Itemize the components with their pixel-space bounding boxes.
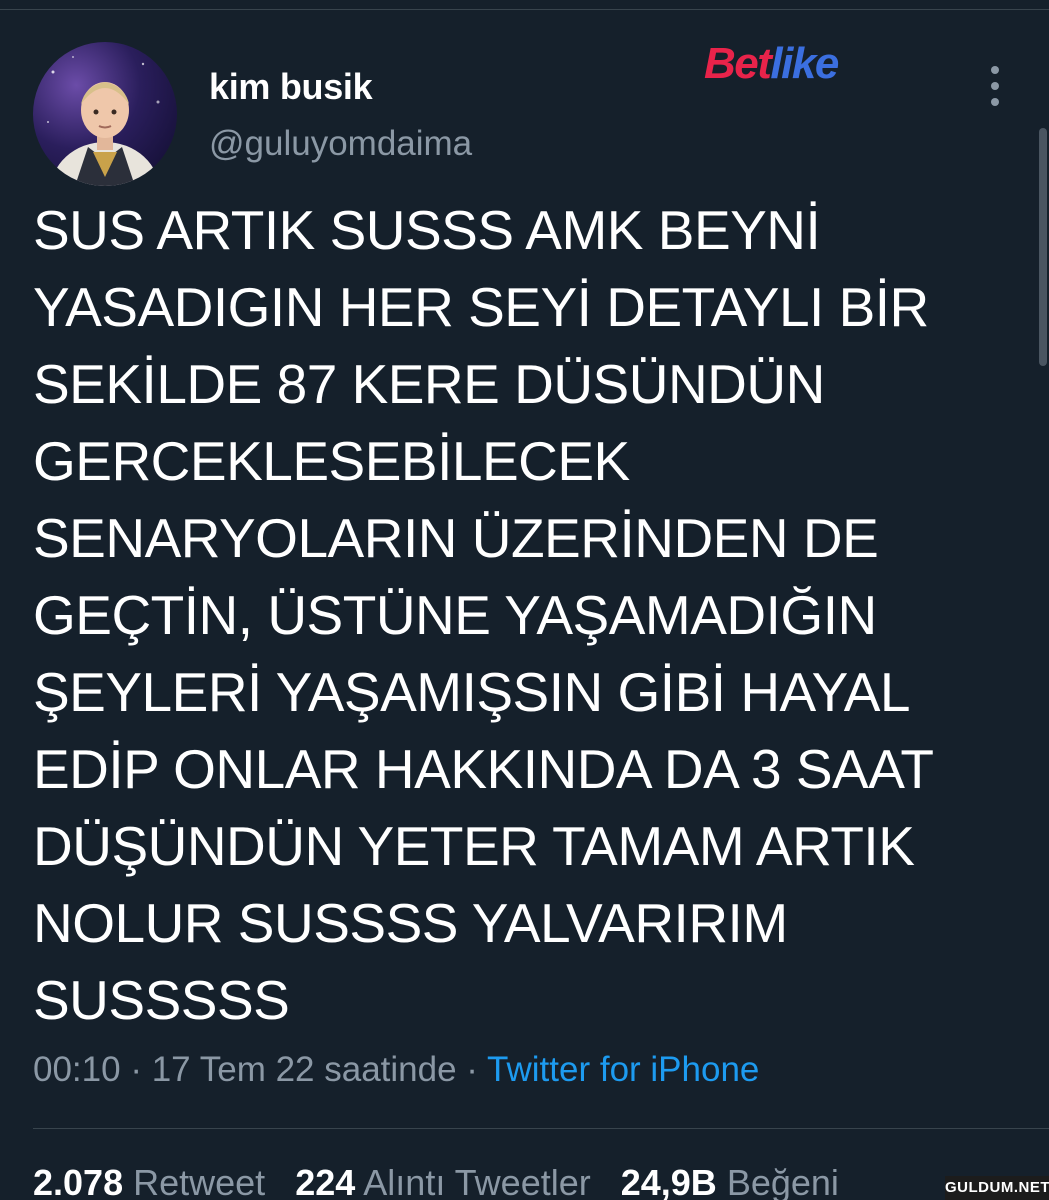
retweets-count: 2.078 (33, 1162, 124, 1200)
meta-separator: · (120, 1050, 152, 1089)
more-vertical-icon[interactable] (982, 66, 1008, 106)
quotes-stat[interactable]: 224 Alıntı Tweetler (295, 1162, 591, 1200)
tweet-meta: 00:10 · 17 Tem 22 saatinde · Twitter for… (33, 1050, 759, 1090)
top-divider (0, 9, 1049, 10)
tweet-text: SUS ARTIK SUSSS AMK BEYNİ YASADIGIN HER … (33, 192, 1023, 1039)
tweet-line: GEÇTİN, ÜSTÜNE YAŞAMADIĞIN (33, 584, 877, 646)
tweet-time[interactable]: 00:10 (33, 1050, 121, 1089)
display-name[interactable]: kim busik (209, 66, 373, 108)
watermark: GULDUM.NET (945, 1176, 1049, 1200)
tweet-line: SUSSSSS (33, 969, 290, 1031)
meta-separator: · (456, 1050, 488, 1089)
more-dot (991, 66, 999, 74)
more-dot (991, 82, 999, 90)
tweet-line: ŞEYLERİ YAŞAMIŞSIN GİBİ HAYAL (33, 661, 911, 723)
tweet-line: YASADIGIN HER SEYİ DETAYLI BİR (33, 276, 929, 338)
retweets-label: Retweet (133, 1162, 266, 1200)
retweets-stat[interactable]: 2.078 Retweet (33, 1162, 265, 1200)
brand-logo-part1: Bet (704, 39, 772, 88)
tweet-line: GERCEKLESEBİLECEK (33, 430, 630, 492)
tweet-date[interactable]: 17 Tem 22 saatinde (152, 1050, 457, 1089)
stats-divider (33, 1128, 1049, 1129)
scrollbar[interactable] (1039, 128, 1047, 366)
tweet-line: EDİP ONLAR HAKKINDA DA 3 SAAT (33, 738, 934, 800)
tweet-line: DÜŞÜNDÜN YETER TAMAM ARTIK (33, 815, 915, 877)
brand-logo: Betlike (704, 39, 839, 88)
tweet-line: SUS ARTIK SUSSS AMK BEYNİ (33, 199, 821, 261)
more-dot (991, 98, 999, 106)
tweet-line: NOLUR SUSSSS YALVARIRIM (33, 892, 788, 954)
likes-label: Beğeni (726, 1162, 839, 1200)
likes-stat[interactable]: 24,9B Beğeni (621, 1162, 839, 1200)
user-handle[interactable]: @guluyomdaima (209, 124, 472, 164)
tweet-line: SENARYOLARIN ÜZERİNDEN DE (33, 507, 879, 569)
likes-count: 24,9B (620, 1162, 717, 1200)
tweet-source-link[interactable]: Twitter for iPhone (487, 1050, 759, 1089)
tweet-stats: 2.078 Retweet 224 Alıntı Tweetler 24,9B Be… (33, 1162, 839, 1200)
quotes-label: Alıntı Tweetler (363, 1162, 591, 1200)
tweet-line: SEKİLDE 87 KERE DÜSÜNDÜN (33, 353, 825, 415)
avatar-image (47, 56, 160, 186)
quotes-count: 224 (295, 1162, 356, 1200)
avatar[interactable] (33, 42, 177, 186)
brand-logo-part2: like (770, 39, 839, 88)
